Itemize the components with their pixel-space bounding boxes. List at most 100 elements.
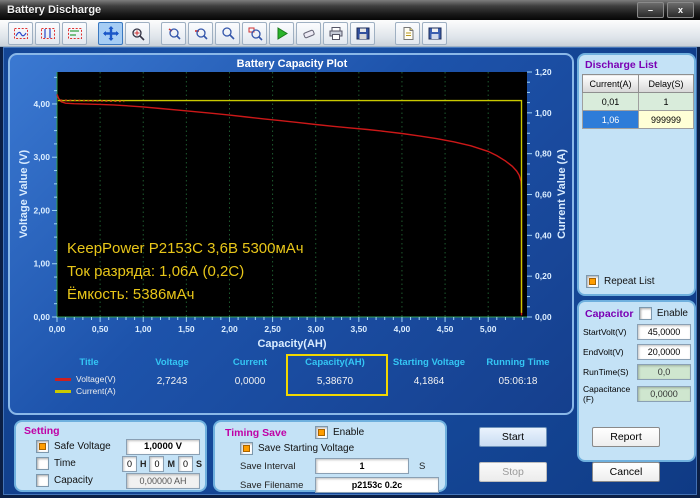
time-minutes-field[interactable] (149, 455, 165, 472)
svg-text:0,20: 0,20 (535, 271, 552, 281)
window-controls: – x (637, 2, 694, 18)
table-cell[interactable]: 999999 (638, 110, 694, 129)
endvolt-field[interactable] (637, 344, 691, 360)
chart-panel: Battery Capacity Plot 0,00 0,50 1,00 1,50 2,… (8, 53, 574, 415)
start-button[interactable]: Start (479, 427, 547, 447)
stats-running-time: Running Time 05:06:18 (477, 357, 559, 396)
safe-voltage-label: Safe Voltage (54, 441, 111, 452)
runtime-label: RunTime(S) (583, 367, 629, 377)
time-checkbox[interactable] (36, 457, 49, 470)
svg-text:4,50: 4,50 (437, 324, 454, 334)
setting-title: Setting (24, 425, 60, 437)
stop-button[interactable]: Stop (479, 462, 547, 482)
zoom-reset-icon (248, 27, 263, 41)
safe-voltage-field[interactable] (126, 438, 200, 455)
stats-header: Current (232, 357, 268, 368)
svg-text:0,00: 0,00 (33, 312, 50, 322)
save-interval-field[interactable] (315, 458, 409, 474)
close-button[interactable]: x (667, 2, 694, 18)
save-starting-voltage-checkbox[interactable] (240, 442, 253, 455)
time-row: Time H M S (36, 455, 205, 472)
capacitor-enable-checkbox[interactable] (638, 307, 652, 320)
legend-label: Voltage(V) (76, 374, 116, 384)
startvolt-label: StartVolt(V) (583, 327, 627, 337)
table-cell-selected[interactable]: 1,06 (581, 110, 640, 129)
zoom-out-icon (194, 27, 208, 40)
cancel-button[interactable]: Cancel (592, 462, 660, 482)
select-horizontal-icon (67, 27, 82, 39)
table-cell[interactable]: 1 (638, 92, 694, 111)
x-axis-label: Capacity(AH) (257, 338, 327, 350)
time-seconds-field[interactable] (177, 455, 193, 472)
magnifier-button[interactable] (215, 21, 240, 45)
printer-icon (329, 26, 342, 40)
seconds-unit: S (195, 458, 202, 469)
print-button[interactable] (323, 21, 348, 45)
select-vertical-button[interactable] (35, 21, 60, 45)
timing-save-head: Timing Save Enable (225, 426, 445, 439)
voltage-value: 2,7243 (156, 376, 188, 387)
start-run-button[interactable] (269, 21, 294, 45)
voltage-swatch-icon (55, 377, 71, 381)
svg-text:5,00: 5,00 (480, 324, 497, 334)
svg-text:0,80: 0,80 (535, 149, 552, 159)
capacity-label: Capacity (54, 475, 93, 486)
play-icon (277, 26, 288, 40)
save-filename-field[interactable] (315, 477, 439, 493)
save-data-button[interactable] (422, 21, 447, 45)
svg-text:1,20: 1,20 (535, 67, 552, 77)
column-header[interactable]: Current(A) (581, 74, 640, 93)
svg-text:2,50: 2,50 (264, 324, 281, 334)
pan-icon (102, 25, 119, 41)
zoom-tool-button[interactable] (125, 21, 150, 45)
annotation-line: Ток разряда: 1,06А (0,2С) (67, 263, 245, 280)
svg-text:0,00: 0,00 (49, 324, 66, 334)
minimize-button[interactable]: – (637, 2, 664, 18)
column-header[interactable]: Delay(S) (638, 74, 694, 93)
table-cell[interactable]: 0,01 (581, 92, 640, 111)
safe-voltage-checkbox[interactable] (36, 440, 49, 453)
select-curve-button[interactable] (8, 21, 33, 45)
time-hours-field[interactable] (121, 455, 137, 472)
zoom-out-button[interactable] (188, 21, 213, 45)
zoom-in-button[interactable] (161, 21, 186, 45)
select-horizontal-button[interactable] (62, 21, 87, 45)
startvolt-field[interactable] (637, 324, 691, 340)
repeat-list-checkbox[interactable] (586, 275, 599, 288)
running-time-value: 05:06:18 (498, 376, 538, 387)
svg-text:2,00: 2,00 (33, 205, 50, 215)
report-button[interactable]: Report (592, 427, 660, 447)
save-button[interactable] (350, 21, 375, 45)
save-interval-label: Save Interval (240, 460, 296, 472)
repeat-list-row: Repeat List (586, 275, 655, 288)
annotation-line: KeepPower P2153C 3,6В 5300мАч (67, 240, 304, 257)
chart-annotation: KeepPower P2153C 3,6В 5300мАч Ток разряд… (67, 237, 304, 306)
toolbar (0, 20, 700, 47)
repeat-list-label: Repeat List (604, 276, 655, 287)
svg-text:1,00: 1,00 (135, 324, 152, 334)
save-filename-row: Save Filename (240, 477, 445, 493)
table-row: 0,01 1 (581, 92, 694, 111)
capacity-field[interactable] (126, 472, 200, 489)
window-title: Battery Discharge (7, 4, 102, 16)
eraser-button[interactable] (296, 21, 321, 45)
magnifier-icon (221, 26, 235, 40)
svg-text:0,00: 0,00 (535, 312, 552, 322)
legend-voltage: Voltage(V) (55, 374, 133, 384)
pan-button[interactable] (98, 21, 123, 45)
capacitor-enable-label: Enable (656, 308, 688, 319)
capacity-checkbox[interactable] (36, 474, 49, 487)
runtime-row: RunTime(S) (583, 364, 691, 380)
minimize-icon: – (647, 4, 653, 15)
endvolt-label: EndVolt(V) (583, 347, 624, 357)
legend-label: Current(A) (76, 386, 116, 396)
legend-current: Current(A) (55, 386, 133, 396)
report-file-icon (403, 26, 413, 40)
export-report-button[interactable] (395, 21, 420, 45)
zoom-reset-button[interactable] (242, 21, 267, 45)
setting-panel: Setting Safe Voltage Time H M S Capacity (14, 420, 207, 492)
capacity-highlight-box (286, 354, 388, 396)
save-filename-label: Save Filename (240, 479, 304, 491)
title-bar[interactable]: Battery Discharge – x (0, 0, 700, 20)
timing-enable-checkbox[interactable] (315, 426, 328, 439)
